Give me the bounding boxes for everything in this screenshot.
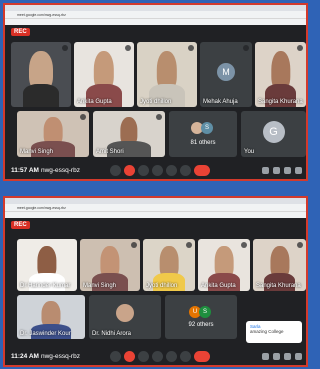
participant-name: Ankita Gupta <box>201 283 236 289</box>
mic-off-icon <box>131 242 137 248</box>
mic-off-icon <box>156 114 162 120</box>
participant-tile[interactable]: Ankita Gupta <box>74 42 134 107</box>
participant-name: Dr. Nidhi Arora <box>92 331 132 337</box>
participant-tile[interactable]: Ankita Gupta <box>198 239 250 291</box>
participant-name: Manvi Singh <box>83 283 117 289</box>
others-tile[interactable]: U S 92 others <box>165 295 237 339</box>
others-avatars: S <box>191 122 213 135</box>
chat-icon[interactable] <box>284 166 291 174</box>
participant-name: Sangita Khurana <box>256 283 301 289</box>
participant-tile[interactable]: Jyoti dhillon <box>143 239 195 291</box>
participant-tile[interactable]: Dr. Jaswinder Kour <box>17 295 85 339</box>
raise-hand-button[interactable] <box>152 164 163 176</box>
mic-off-icon <box>241 242 247 248</box>
participant-tile[interactable]: Sangita Khurana <box>253 239 306 291</box>
present-button[interactable] <box>166 350 177 362</box>
participant-name: Manvi Singh <box>20 149 54 155</box>
chat-icon[interactable] <box>284 352 291 360</box>
others-count: 81 others <box>190 139 216 146</box>
participant-name: You <box>244 149 255 155</box>
recording-badge: REC <box>11 221 30 229</box>
mic-off-icon <box>125 45 131 51</box>
others-avatars: U S <box>189 305 211 318</box>
mic-off-icon <box>80 114 86 120</box>
raise-hand-button[interactable] <box>152 350 163 362</box>
chat-message: amazing College <box>250 329 284 334</box>
mic-off-icon <box>188 45 194 51</box>
participant-name: Ankita Gupta <box>77 99 112 105</box>
self-tile[interactable]: G You <box>241 111 306 157</box>
participant-tile[interactable] <box>11 42 71 107</box>
participant-tile[interactable]: Manvi Singh <box>17 111 89 157</box>
people-icon[interactable] <box>273 352 280 360</box>
activities-icon[interactable] <box>295 166 302 174</box>
participant-tile[interactable]: Manvi Singh <box>80 239 140 291</box>
people-icon[interactable] <box>273 166 280 174</box>
meet-screenshot-2: meet.google.com/nwg-essq-rbz REC Dr Hari… <box>3 196 308 367</box>
participant-tile[interactable]: Sangita Khurana <box>255 42 306 107</box>
avatar <box>116 304 134 323</box>
address-bar[interactable]: meet.google.com/nwg-essq-rbz <box>5 11 306 18</box>
meeting-control-bar: 11:57 AM nwg-essq-rbz <box>5 161 306 179</box>
participant-tile[interactable]: Jyoti dhillon <box>137 42 197 107</box>
mic-off-icon <box>297 45 303 51</box>
participant-name: Dr. Jaswinder Kour <box>20 331 71 337</box>
mic-off-icon <box>186 242 192 248</box>
participant-tile[interactable]: Dr. Nidhi Arora <box>89 295 161 339</box>
url-text: meet.google.com/nwg-essq-rbz <box>17 12 66 17</box>
participant-name: Jyoti dhillon <box>146 283 178 289</box>
participant-tile[interactable]: Amit Shori <box>93 111 165 157</box>
camera-button[interactable] <box>124 350 135 362</box>
captions-button[interactable] <box>138 164 149 176</box>
participant-name: Dr Harinder Kumar <box>20 283 71 289</box>
meeting-code: nwg-essq-rbz <box>40 166 80 174</box>
meeting-code: nwg-essq-rbz <box>40 352 80 360</box>
mic-button[interactable] <box>110 350 121 362</box>
activities-icon[interactable] <box>295 352 302 360</box>
leave-call-button[interactable] <box>194 164 210 176</box>
mic-off-icon <box>297 242 303 248</box>
more-options-button[interactable] <box>180 164 191 176</box>
avatar: M <box>217 62 235 81</box>
meet-screenshot-1: meet.google.com/nwg-essq-rbz REC Ankita … <box>3 3 308 181</box>
url-text: meet.google.com/nwg-essq-rbz <box>17 205 66 210</box>
avatar: G <box>262 121 285 144</box>
bookmarks-bar <box>5 211 306 218</box>
present-button[interactable] <box>166 164 177 176</box>
meeting-control-bar: 11:24 AM nwg-essq-rbz <box>5 347 306 365</box>
others-count: 92 others <box>188 322 214 329</box>
mic-off-icon <box>243 45 249 51</box>
bookmarks-bar <box>5 18 306 25</box>
participant-tile[interactable]: M Mehak Ahuja <box>200 42 252 107</box>
leave-call-button[interactable] <box>194 350 210 362</box>
info-icon[interactable] <box>262 166 269 174</box>
mic-button[interactable] <box>110 164 121 176</box>
chat-notification[interactable]: Sarla amazing College <box>246 321 302 343</box>
recording-badge: REC <box>11 28 30 36</box>
participant-name: Amit Shori <box>96 149 124 155</box>
participant-tile[interactable]: Dr Harinder Kumar <box>17 239 77 291</box>
participant-name: Mehak Ahuja <box>203 99 238 105</box>
mic-off-icon <box>62 45 68 51</box>
participant-name: Jyoti dhillon <box>140 99 172 105</box>
avatar: S <box>199 305 211 318</box>
captions-button[interactable] <box>138 350 149 362</box>
more-options-button[interactable] <box>180 350 191 362</box>
avatar: S <box>201 122 213 135</box>
camera-button[interactable] <box>124 164 135 176</box>
others-tile[interactable]: S 81 others <box>169 111 237 157</box>
participant-name: Sangita Khurana <box>258 99 303 105</box>
meeting-time: 11:57 AM <box>11 166 39 174</box>
address-bar[interactable]: meet.google.com/nwg-essq-rbz <box>5 204 306 211</box>
meeting-time: 11:24 AM <box>11 352 39 360</box>
info-icon[interactable] <box>262 352 269 360</box>
